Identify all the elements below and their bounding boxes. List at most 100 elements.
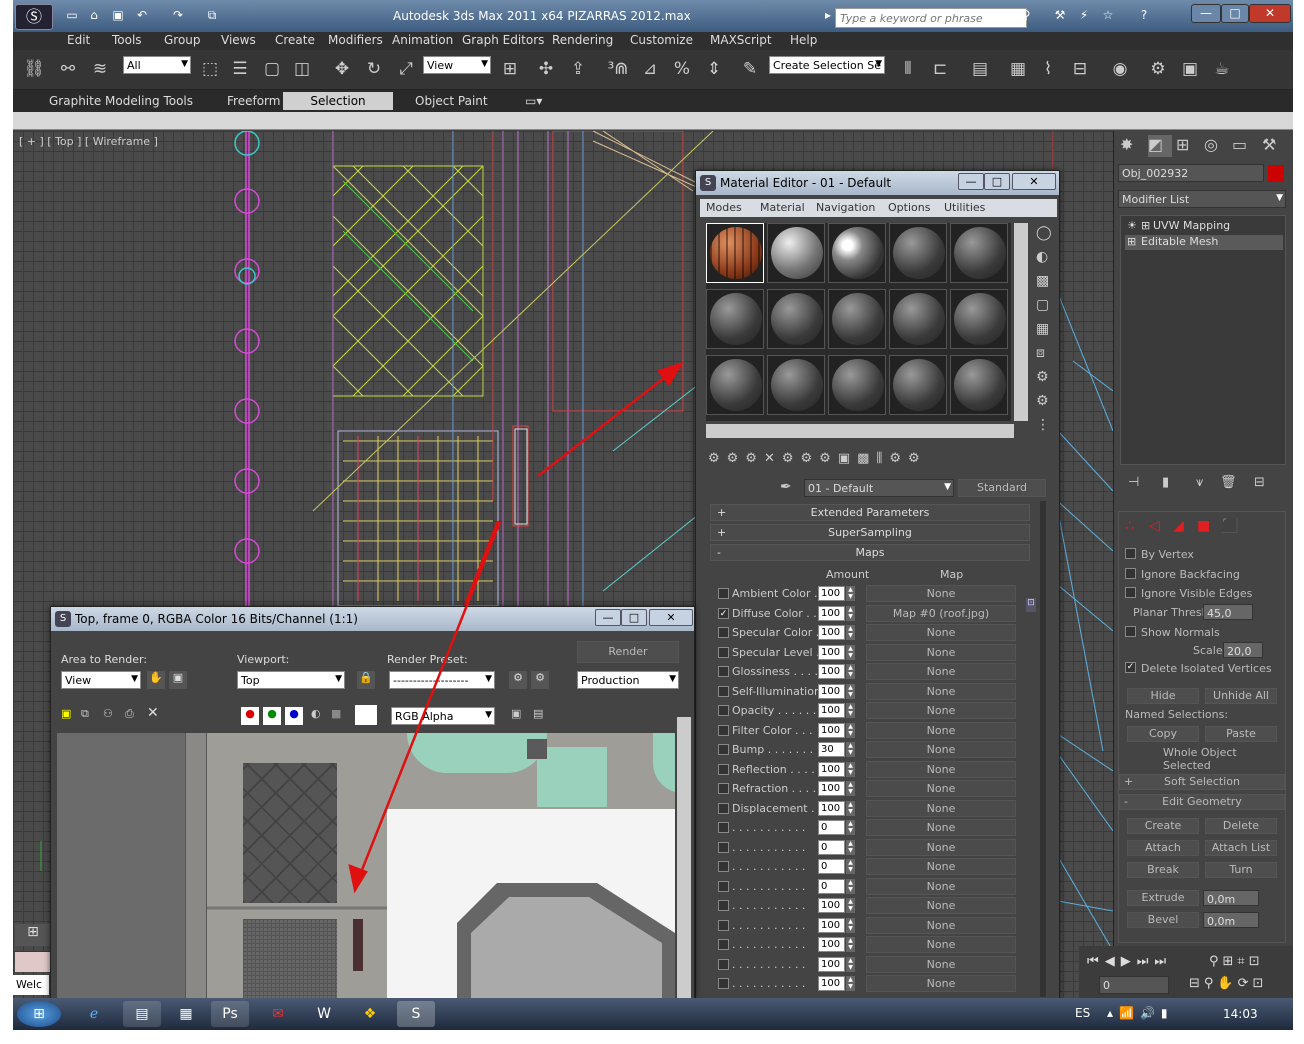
map-amount-spinner[interactable]: ▲ ▼ bbox=[846, 683, 855, 699]
soft-selection-rollout[interactable]: + Soft Selection bbox=[1119, 774, 1285, 790]
green-channel-button[interactable]: ● bbox=[263, 707, 281, 725]
file-explorer-icon[interactable]: ▤ bbox=[123, 1001, 161, 1027]
render-teapot-icon[interactable]: ☕ bbox=[1209, 56, 1235, 82]
editor-vscroll[interactable] bbox=[1040, 501, 1046, 997]
auto-region-icon[interactable]: ▣ bbox=[169, 671, 187, 689]
close-button[interactable]: ✕ bbox=[649, 609, 693, 626]
map-amount-input[interactable]: 100 bbox=[818, 605, 845, 621]
map-slot-button[interactable]: None bbox=[866, 760, 1016, 778]
backlight-icon[interactable]: ◐ bbox=[1036, 249, 1048, 265]
graphite-toggle-icon[interactable]: ▦ bbox=[1005, 56, 1031, 82]
map-slot-button[interactable]: None bbox=[866, 819, 1016, 836]
scale-input[interactable]: 20,0 bbox=[1223, 642, 1263, 658]
map-enable-checkbox[interactable] bbox=[718, 841, 729, 853]
delete-button[interactable]: Delete bbox=[1205, 818, 1277, 834]
blue-channel-button[interactable]: ● bbox=[285, 707, 303, 725]
map-slot-button[interactable]: Map #0 (roof.jpg) bbox=[866, 604, 1016, 622]
map-slot-button[interactable]: None bbox=[866, 936, 1016, 953]
word-icon[interactable]: W bbox=[305, 1001, 343, 1027]
map-enable-checkbox[interactable] bbox=[718, 763, 729, 775]
sample-slot[interactable] bbox=[828, 355, 886, 415]
uv-tiling-icon[interactable]: ▢ bbox=[1036, 297, 1049, 313]
configure-sets-icon[interactable]: ⊟ bbox=[1254, 475, 1265, 490]
menu-group[interactable]: Group bbox=[164, 33, 201, 47]
map-enable-checkbox[interactable] bbox=[718, 900, 729, 911]
clone-window-icon[interactable]: ⚇ bbox=[103, 707, 113, 720]
material-navigator-icon[interactable]: ⋮ bbox=[1036, 417, 1050, 433]
scale-icon[interactable]: ⤢ bbox=[393, 56, 419, 82]
sample-type-icon[interactable]: ◯ bbox=[1036, 225, 1052, 241]
map-amount-spinner[interactable]: ▲ ▼ bbox=[846, 605, 855, 621]
menu-navigation[interactable]: Navigation bbox=[816, 201, 875, 214]
map-amount-spinner[interactable]: ▲ ▼ bbox=[846, 976, 855, 991]
map-amount-spinner[interactable]: ▲ ▼ bbox=[846, 820, 855, 835]
map-amount-input[interactable]: 30 bbox=[818, 742, 845, 757]
expand-plus-icon[interactable]: ⊞ bbox=[1141, 219, 1150, 232]
menu-views[interactable]: Views bbox=[221, 33, 256, 47]
internet-explorer-icon[interactable]: ℯ bbox=[75, 1001, 113, 1027]
face-icon[interactable]: ◢ bbox=[1173, 518, 1184, 534]
map-amount-input[interactable]: 100 bbox=[818, 917, 845, 933]
sample-slot-active[interactable] bbox=[706, 223, 764, 283]
lightbulb-icon[interactable]: ☀ bbox=[1127, 219, 1137, 232]
mirror-icon[interactable]: ⫴ bbox=[895, 56, 921, 82]
map-slot-button[interactable]: None bbox=[866, 643, 1016, 661]
unlink-icon[interactable]: ⚯ bbox=[55, 56, 81, 82]
edit-geometry-rollout[interactable]: - Edit Geometry bbox=[1119, 794, 1285, 810]
reference-coordinate-dropdown[interactable]: View ▼ bbox=[423, 56, 491, 74]
save-image-icon[interactable]: ▣ bbox=[61, 707, 71, 720]
create-tab-icon[interactable]: ✸ bbox=[1120, 135, 1144, 157]
make-unique-icon[interactable]: ⩛ bbox=[1196, 475, 1203, 490]
redo-icon[interactable]: ↷ bbox=[169, 8, 187, 24]
sample-slot[interactable] bbox=[706, 355, 764, 415]
map-amount-input[interactable]: 100 bbox=[818, 625, 845, 640]
clock[interactable]: 14:03 bbox=[1223, 1007, 1258, 1021]
save-icon[interactable]: ▣ bbox=[109, 8, 127, 24]
rendered-frame-icon[interactable]: ▣ bbox=[1177, 56, 1203, 82]
snaps-toggle-icon[interactable]: ³⋒ bbox=[605, 56, 631, 82]
search-input[interactable]: Type a keyword or phrase bbox=[835, 8, 1027, 28]
render-image-vscroll[interactable] bbox=[677, 717, 691, 999]
map-slot-button[interactable]: None bbox=[866, 741, 1016, 758]
map-enable-checkbox[interactable] bbox=[718, 958, 729, 970]
map-slot-button[interactable]: None bbox=[866, 585, 1016, 602]
turn-button[interactable]: Turn bbox=[1205, 862, 1277, 878]
modifier-list-dropdown[interactable]: Modifier List ▼ bbox=[1118, 190, 1286, 208]
map-enable-checkbox[interactable] bbox=[718, 978, 729, 989]
ignore-visible-edges-checkbox[interactable] bbox=[1125, 587, 1136, 598]
map-slot-button[interactable]: None bbox=[866, 877, 1016, 895]
render-setup-icon[interactable]: ⚙ bbox=[509, 671, 527, 689]
menu-customize[interactable]: Customize bbox=[630, 33, 693, 47]
map-amount-input[interactable]: 100 bbox=[818, 586, 845, 601]
tab-object-paint[interactable]: Object Paint bbox=[415, 94, 488, 108]
menu-modes[interactable]: Modes bbox=[706, 201, 742, 214]
map-enable-checkbox[interactable] bbox=[718, 861, 729, 872]
material-name-field[interactable]: 01 - Default ▼ bbox=[804, 479, 954, 497]
sample-slots-vscroll[interactable] bbox=[1014, 223, 1028, 421]
undo-icon[interactable]: ↶ bbox=[133, 8, 151, 24]
map-amount-input[interactable]: 100 bbox=[818, 644, 845, 660]
tray-icons[interactable]: ▴📶🔊▮ bbox=[1107, 1006, 1174, 1020]
map-amount-input[interactable]: 100 bbox=[818, 898, 845, 913]
environment-icon[interactable]: ⚙ bbox=[531, 671, 549, 689]
map-enable-checkbox[interactable] bbox=[718, 588, 729, 599]
map-amount-spinner[interactable]: ▲ ▼ bbox=[846, 625, 855, 640]
subscription-icon[interactable]: ⚡ bbox=[1075, 8, 1093, 24]
rendered-image[interactable] bbox=[57, 733, 675, 999]
video-color-check-icon[interactable]: ▦ bbox=[1036, 321, 1049, 337]
map-amount-input[interactable]: 100 bbox=[818, 976, 845, 991]
map-amount-input[interactable]: 100 bbox=[818, 722, 845, 738]
map-slot-button[interactable]: None bbox=[866, 702, 1016, 719]
remove-modifier-icon[interactable]: 🗑 bbox=[1220, 475, 1237, 490]
binoculars-icon[interactable]: ⚲ bbox=[1017, 8, 1035, 24]
unhide-all-button[interactable]: Unhide All bbox=[1205, 688, 1277, 704]
sample-slot[interactable] bbox=[889, 289, 947, 349]
map-slot-button[interactable]: None bbox=[866, 975, 1016, 992]
align-icon[interactable]: ⊏ bbox=[927, 56, 953, 82]
open-folder-icon[interactable]: ⌂ bbox=[85, 8, 103, 24]
close-button[interactable]: ✕ bbox=[1249, 4, 1291, 23]
pin-stack-icon[interactable]: ⊣ bbox=[1128, 475, 1139, 490]
minimize-button[interactable]: — bbox=[958, 173, 984, 190]
extended-parameters-rollout[interactable]: + Extended Parameters bbox=[710, 504, 1030, 521]
by-vertex-checkbox[interactable] bbox=[1125, 548, 1136, 559]
